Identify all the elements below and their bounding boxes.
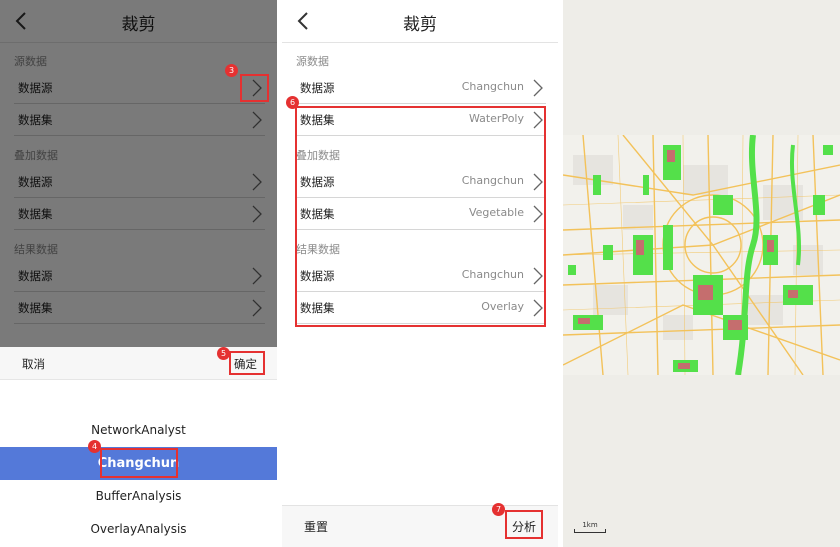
step-badge: 3 [225,64,238,77]
nav-header: 裁剪 [282,0,558,43]
screenshot-root: 裁剪 源数据 数据源 数据集 叠加数据 数据源 数据集 结果数据 数据源 数据集 [0,0,840,547]
picker-option[interactable]: BufferAnalysis [0,480,277,513]
map-result-tile[interactable] [563,134,840,376]
step-badge: 5 [217,347,230,360]
step-badge: 4 [88,440,101,453]
highlight-box [295,106,546,327]
section-source-label: 源数据 [296,55,329,68]
source-datasource-row[interactable]: 数据源 Changchun [296,72,546,104]
map-canvas[interactable] [563,134,840,376]
row-value: Changchun [461,80,524,93]
highlight-box [240,74,269,102]
page-title: 裁剪 [403,15,437,35]
scale-line [574,529,606,533]
step-badge: 7 [492,503,505,516]
datasource-picker-sheet: 取消 确定 NetworkAnalyst Changchun BufferAna… [0,347,277,547]
panel-map-result[interactable]: 1km [563,0,840,547]
map-scale-bar: 1km [574,521,606,533]
highlight-box [229,351,265,375]
highlight-box [100,448,178,478]
modal-dim-overlay[interactable] [0,0,277,347]
panel-clip-settings: 裁剪 源数据 数据源 Changchun 数据集 WaterPoly 叠加数据 … [282,0,558,547]
scale-label: 1km [582,521,598,529]
step-badge: 6 [286,96,299,109]
cancel-button[interactable]: 取消 [22,356,45,372]
chevron-right-icon[interactable] [532,78,544,98]
row-label: 数据源 [300,81,335,95]
reset-button[interactable]: 重置 [304,518,328,535]
picker-option[interactable]: NetworkAnalyst [0,414,277,447]
highlight-box [505,510,543,539]
picker-option[interactable]: OverlayAnalysis [0,513,277,546]
panel-datasource-picker: 裁剪 源数据 数据源 数据集 叠加数据 数据源 数据集 结果数据 数据源 数据集 [0,0,277,547]
